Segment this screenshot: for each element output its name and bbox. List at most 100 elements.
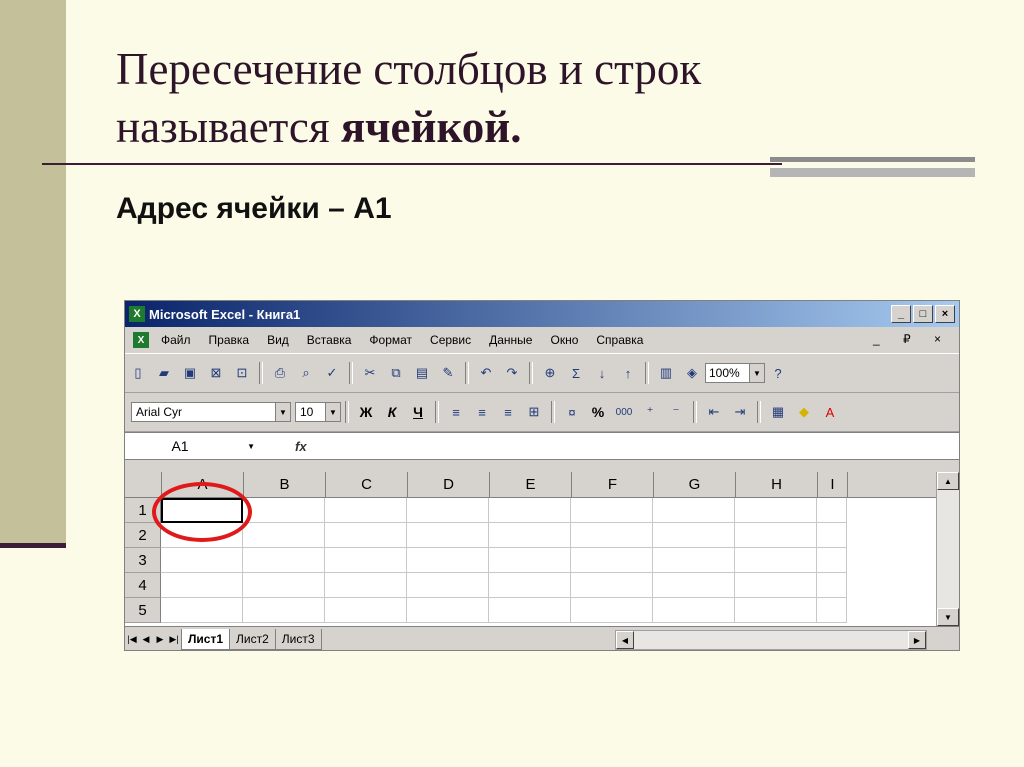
hyperlink-icon[interactable]: ⊕	[540, 363, 560, 383]
column-header[interactable]: C	[326, 472, 408, 497]
column-header[interactable]: E	[490, 472, 572, 497]
font-size-select[interactable]: 10 ▼	[295, 402, 341, 422]
decrease-indent-icon[interactable]: ⇤	[704, 402, 724, 422]
name-box[interactable]: A1 ▼	[125, 435, 255, 457]
align-left-icon[interactable]: ≡	[446, 402, 466, 422]
format-painter-icon[interactable]: ✎	[438, 363, 458, 383]
sheet-tab-1[interactable]: Лист1	[181, 628, 231, 650]
merge-center-icon[interactable]: ⊞	[524, 402, 544, 422]
italic-button[interactable]: К	[382, 402, 402, 422]
cell[interactable]	[571, 573, 653, 598]
next-sheet-icon[interactable]: ▶	[153, 634, 167, 645]
chevron-down-icon[interactable]: ▼	[247, 442, 255, 451]
borders-icon[interactable]: ▦	[768, 402, 788, 422]
sort-desc-icon[interactable]: ↑	[618, 363, 638, 383]
menu-tools[interactable]: Сервис	[430, 333, 471, 347]
cell[interactable]	[243, 498, 325, 523]
help-button[interactable]: ?	[768, 363, 788, 383]
workbook-icon[interactable]: X	[133, 332, 149, 348]
decrease-decimal-icon[interactable]: ⁻	[666, 402, 686, 422]
menu-data[interactable]: Данные	[489, 333, 532, 347]
row-header[interactable]: 3	[125, 548, 161, 573]
chart-icon[interactable]: ▥	[656, 363, 676, 383]
permission-icon[interactable]: ⊠	[206, 363, 226, 383]
vertical-scrollbar[interactable]: ▲ ▼	[936, 472, 959, 626]
cell[interactable]	[653, 548, 735, 573]
prev-sheet-icon[interactable]: ◀	[139, 634, 153, 645]
cell[interactable]	[489, 498, 571, 523]
chevron-down-icon[interactable]: ▼	[275, 403, 290, 421]
print-preview-icon[interactable]: ⊡	[232, 363, 252, 383]
scroll-up-icon[interactable]: ▲	[937, 472, 959, 490]
column-header[interactable]: H	[736, 472, 818, 497]
undo-icon[interactable]: ↶	[476, 363, 496, 383]
cell[interactable]	[653, 498, 735, 523]
print-icon[interactable]: ⎙	[270, 363, 290, 383]
menu-view[interactable]: Вид	[267, 333, 289, 347]
cell[interactable]	[817, 573, 847, 598]
cell[interactable]	[653, 523, 735, 548]
menu-window[interactable]: Окно	[550, 333, 578, 347]
close-button[interactable]: ×	[935, 305, 955, 323]
zoom-select[interactable]: 100% ▼	[705, 363, 765, 383]
cell[interactable]	[489, 548, 571, 573]
menu-format[interactable]: Формат	[369, 333, 412, 347]
cut-icon[interactable]: ✂	[360, 363, 380, 383]
menu-file[interactable]: Файл	[161, 333, 191, 347]
cell[interactable]	[243, 548, 325, 573]
fx-icon[interactable]: fx	[295, 439, 307, 454]
cell[interactable]	[571, 523, 653, 548]
cell[interactable]	[243, 523, 325, 548]
drawing-icon[interactable]: ◈	[682, 363, 702, 383]
chevron-down-icon[interactable]: ▼	[749, 364, 764, 382]
cell[interactable]	[161, 573, 243, 598]
row-header[interactable]: 4	[125, 573, 161, 598]
cell[interactable]	[735, 498, 817, 523]
align-right-icon[interactable]: ≡	[498, 402, 518, 422]
cell[interactable]	[325, 523, 407, 548]
cell[interactable]	[653, 573, 735, 598]
sheet-tab-2[interactable]: Лист2	[229, 628, 276, 650]
cell[interactable]	[817, 548, 847, 573]
new-icon[interactable]: ▯	[128, 363, 148, 383]
cell[interactable]	[243, 598, 325, 623]
minimize-button[interactable]: _	[891, 305, 911, 323]
align-center-icon[interactable]: ≡	[472, 402, 492, 422]
cell[interactable]	[243, 573, 325, 598]
redo-icon[interactable]: ↷	[502, 363, 522, 383]
column-header[interactable]: D	[408, 472, 490, 497]
menu-edit[interactable]: Правка	[209, 333, 250, 347]
select-all-corner[interactable]	[125, 472, 162, 497]
cell[interactable]	[571, 498, 653, 523]
scroll-left-icon[interactable]: ◀	[616, 631, 634, 649]
cell[interactable]	[489, 573, 571, 598]
sheet-tab-3[interactable]: Лист3	[274, 628, 322, 650]
cell[interactable]	[325, 498, 407, 523]
row-header[interactable]: 2	[125, 523, 161, 548]
font-name-select[interactable]: Arial Cyr ▼	[131, 402, 291, 422]
cell[interactable]	[735, 598, 817, 623]
chevron-down-icon[interactable]: ▼	[325, 403, 340, 421]
cell[interactable]	[407, 598, 489, 623]
preview-icon[interactable]: ⌕	[296, 363, 316, 383]
currency-icon[interactable]: ¤	[562, 402, 582, 422]
first-sheet-icon[interactable]: |◀	[125, 634, 139, 645]
last-sheet-icon[interactable]: ▶|	[167, 634, 181, 645]
paste-icon[interactable]: ▤	[412, 363, 432, 383]
cell[interactable]	[735, 523, 817, 548]
cell[interactable]	[489, 523, 571, 548]
thousands-button[interactable]: 000	[614, 402, 634, 422]
bold-button[interactable]: Ж	[356, 402, 376, 422]
scroll-right-icon[interactable]: ▶	[908, 631, 926, 649]
cell[interactable]	[161, 598, 243, 623]
cell[interactable]	[325, 548, 407, 573]
cell[interactable]	[325, 573, 407, 598]
spelling-icon[interactable]: ✓	[322, 363, 342, 383]
column-header[interactable]: F	[572, 472, 654, 497]
cell[interactable]	[571, 548, 653, 573]
column-header[interactable]: B	[244, 472, 326, 497]
increase-decimal-icon[interactable]: ⁺	[640, 402, 660, 422]
menu-help[interactable]: Справка	[596, 333, 643, 347]
sort-asc-icon[interactable]: ↓	[592, 363, 612, 383]
copy-icon[interactable]: ⧉	[386, 363, 406, 383]
